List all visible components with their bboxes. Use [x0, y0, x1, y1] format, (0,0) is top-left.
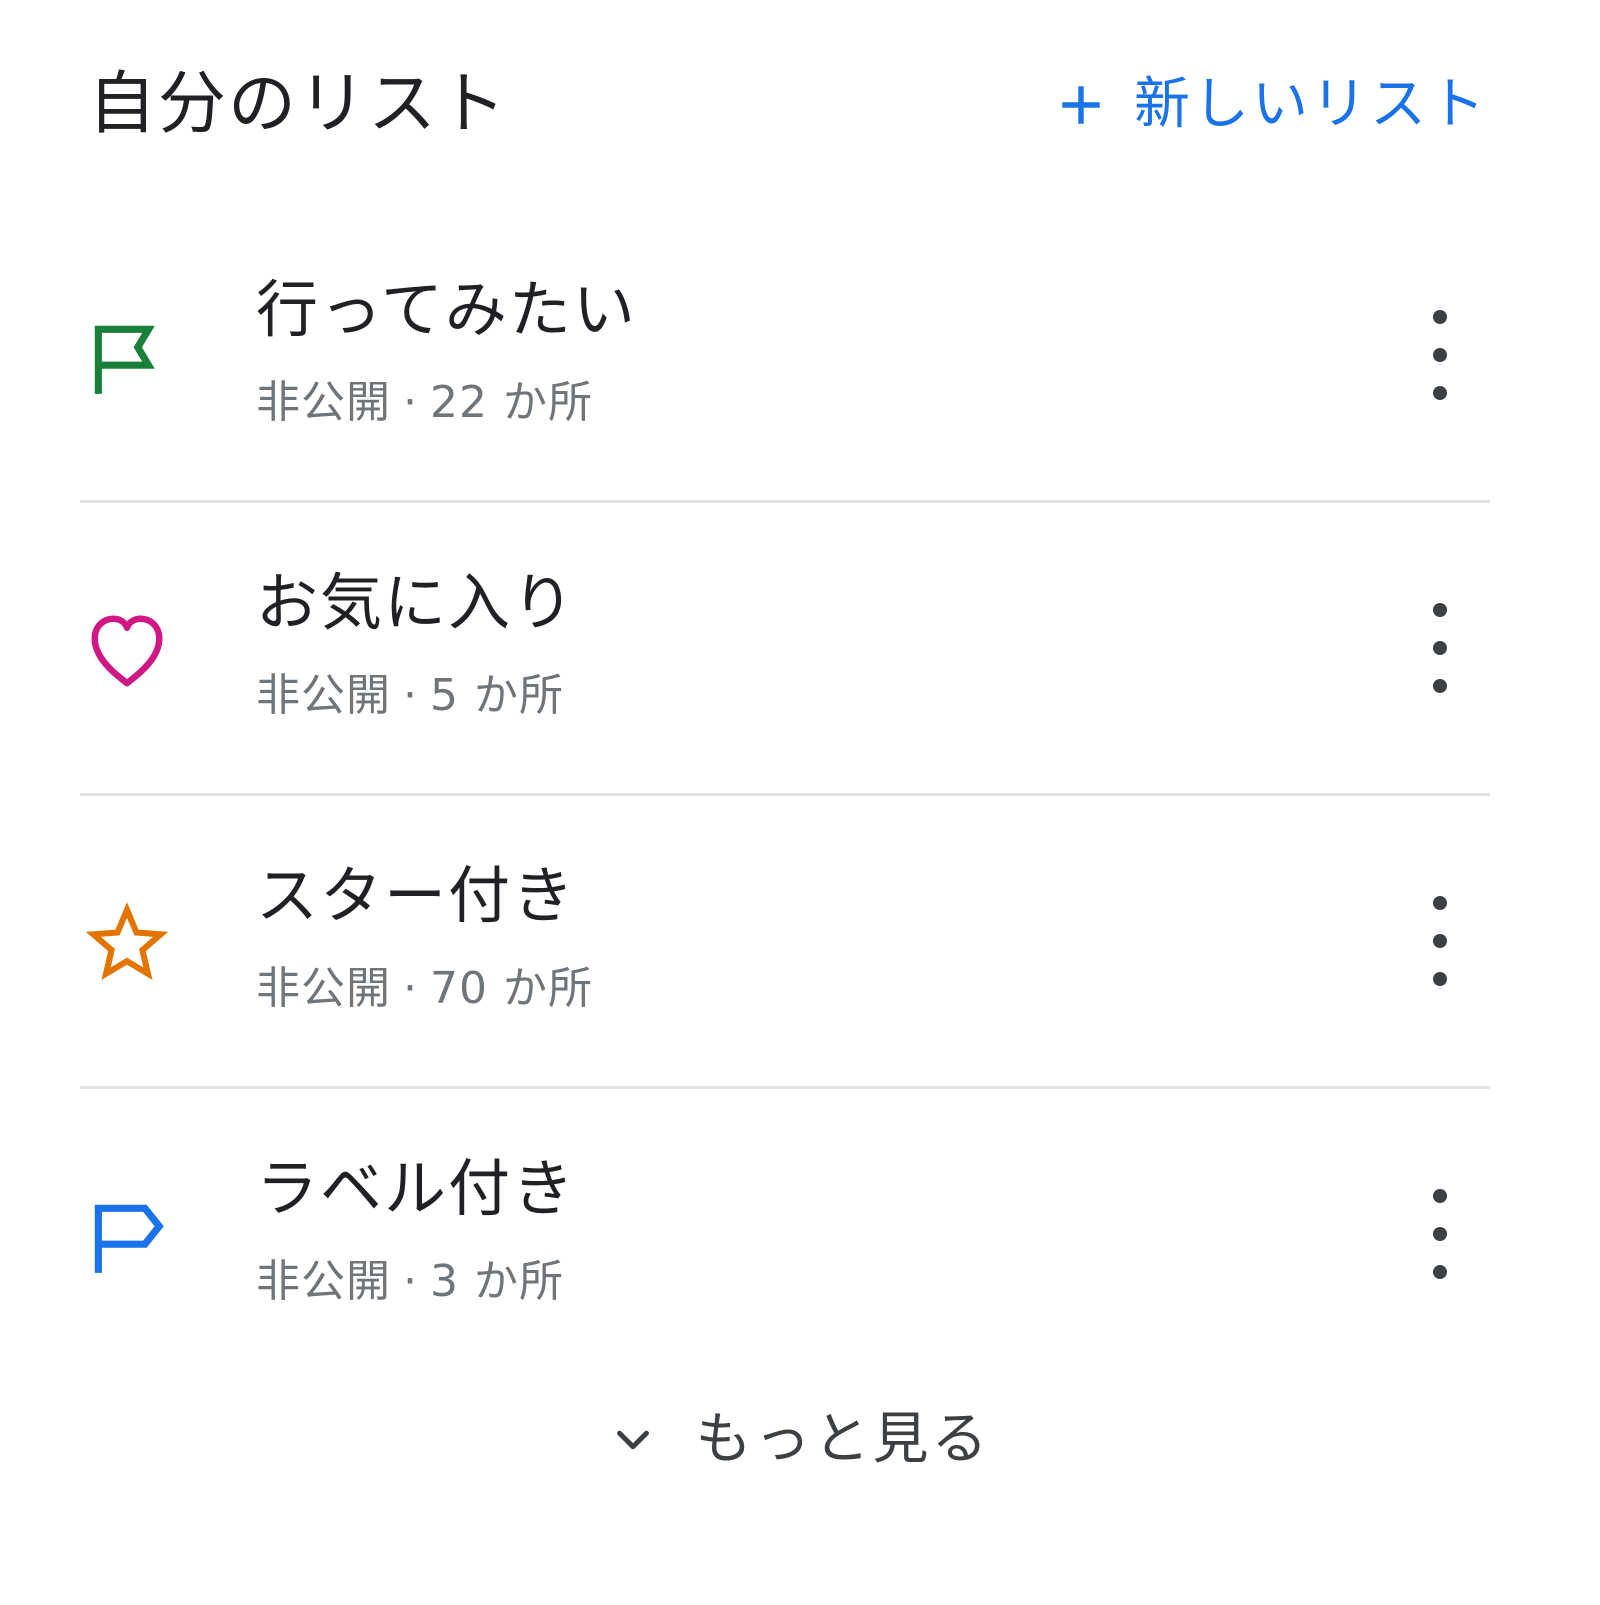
more-vert-icon	[1433, 310, 1447, 324]
list-name: スター付き	[256, 859, 577, 932]
list-visibility: 非公開	[256, 377, 391, 428]
more-options-button[interactable]	[1420, 896, 1460, 986]
more-vert-icon	[1433, 603, 1447, 617]
list-meta: 非公開 · 70 か所	[256, 954, 593, 1024]
show-more-button[interactable]: もっと見る	[0, 1395, 1600, 1485]
more-options-button[interactable]	[1420, 603, 1460, 693]
meta-separator: ·	[403, 377, 418, 428]
meta-separator: ·	[403, 1256, 418, 1307]
list-name: お気に入り	[256, 566, 577, 639]
list-meta: 非公開 · 5 か所	[256, 661, 564, 731]
list-count: 22 か所	[430, 377, 593, 428]
chevron-down-icon	[616, 1430, 649, 1450]
new-list-label: 新しいリスト	[1134, 72, 1488, 137]
more-options-button[interactable]	[1420, 310, 1460, 400]
star-icon	[85, 902, 169, 981]
meta-separator: ·	[403, 963, 418, 1014]
more-vert-icon	[1433, 1189, 1447, 1203]
list-item-favorites[interactable]: お気に入り 非公開 · 5 か所	[80, 500, 1490, 793]
list-visibility: 非公開	[256, 963, 391, 1014]
flag-icon	[94, 325, 155, 394]
new-list-button[interactable]: 新しいリスト	[1056, 60, 1488, 150]
list-name: 行ってみたい	[256, 273, 637, 346]
plus-icon	[1062, 86, 1100, 124]
list-item-starred[interactable]: スター付き 非公開 · 70 か所	[80, 793, 1490, 1086]
more-vert-icon	[1433, 896, 1447, 910]
list-name: ラベル付き	[256, 1152, 577, 1225]
list-count: 5 か所	[430, 670, 564, 721]
list-meta: 非公開 · 3 か所	[256, 1247, 564, 1317]
label-flag-icon	[94, 1204, 164, 1273]
list-count: 70 か所	[430, 963, 593, 1014]
heart-icon	[91, 615, 163, 687]
show-more-label: もっと見る	[695, 1407, 991, 1472]
lists-header: 自分のリスト 新しいリスト	[88, 60, 1488, 150]
saved-lists: 行ってみたい 非公開 · 22 か所 お気に入り 非公開 · 5 か所 スター付き 非公…	[80, 210, 1490, 1379]
list-item-want-to-go[interactable]: 行ってみたい 非公開 · 22 か所	[80, 210, 1490, 500]
list-item-labeled[interactable]: ラベル付き 非公開 · 3 か所	[80, 1086, 1490, 1379]
section-title: 自分のリスト	[88, 65, 509, 144]
list-visibility: 非公開	[256, 1256, 391, 1307]
meta-separator: ·	[403, 670, 418, 721]
list-visibility: 非公開	[256, 670, 391, 721]
list-count: 3 か所	[430, 1256, 564, 1307]
more-options-button[interactable]	[1420, 1189, 1460, 1279]
list-meta: 非公開 · 22 か所	[256, 368, 593, 438]
